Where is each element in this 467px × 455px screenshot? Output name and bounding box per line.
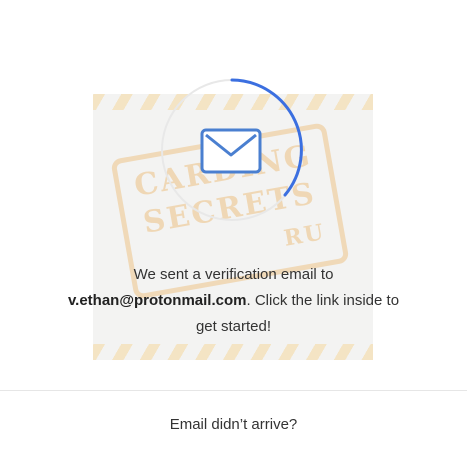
verification-message: We sent a verification email to v.ethan@… [40, 262, 427, 340]
verification-line-1: We sent a verification email to [133, 266, 334, 283]
verification-line-2: v.ethan@protonmail.com. Click the link i… [40, 288, 427, 314]
email-address: v.ethan@protonmail.com [67, 292, 247, 309]
verification-line-2-text: . Click the link inside to [246, 292, 400, 309]
envelope-icon [200, 128, 262, 174]
email-not-arrived-link[interactable]: Email didn’t arrive? [0, 416, 467, 433]
verification-line-3: get started! [195, 318, 272, 335]
divider [0, 390, 467, 391]
watermark-stripes-bottom [93, 344, 373, 360]
